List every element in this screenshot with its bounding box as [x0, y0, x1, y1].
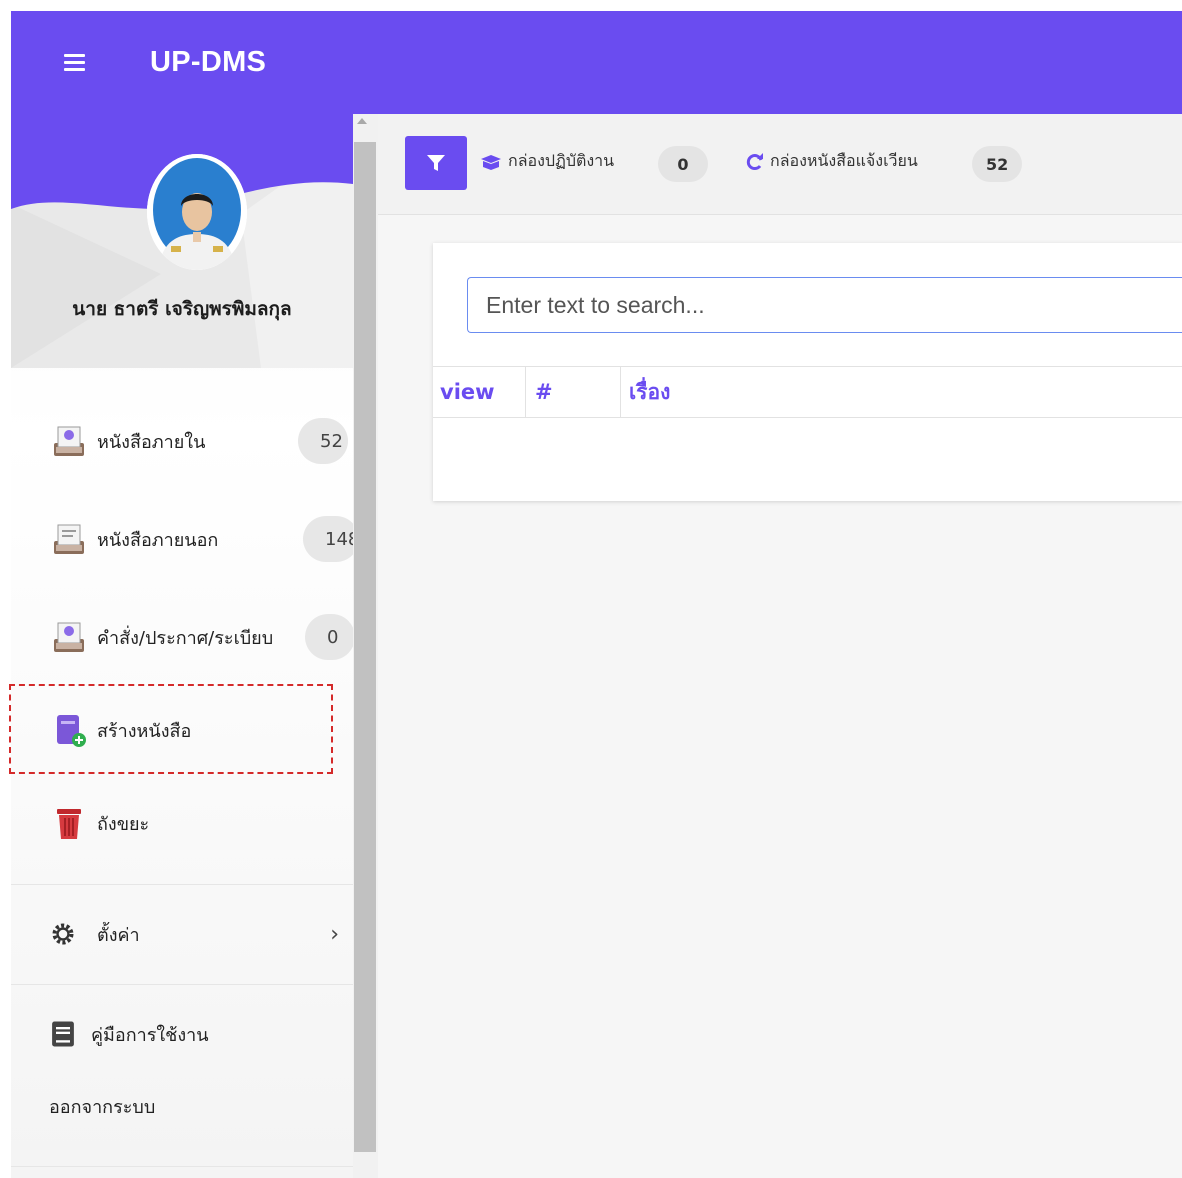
- sidebar-item-orders[interactable]: คำสั่ง/ประกาศ/ระเบียบ 0: [11, 612, 353, 662]
- box-icon: [481, 154, 501, 170]
- scroll-up-arrow-icon[interactable]: [357, 118, 367, 124]
- refresh-icon: [746, 152, 763, 170]
- chevron-right-icon: ›: [330, 921, 339, 947]
- highlight-annotation: [9, 684, 333, 774]
- sidebar-item-label: หนังสือภายใน: [97, 431, 206, 453]
- main-content: view # เรื่อง: [378, 215, 1182, 1178]
- column-header-view[interactable]: view: [440, 367, 495, 417]
- inbox-document-icon: [54, 426, 84, 456]
- workbox-link[interactable]: กล่องปฏิบัติงาน: [480, 149, 614, 174]
- sidebar-item-label: หนังสือภายนอก: [97, 529, 219, 551]
- sidebar-scrollbar[interactable]: [353, 114, 378, 1178]
- workbox-count-badge: 0: [658, 146, 708, 182]
- sidebar: นาย ธาตรี เจริญพรพิมลกุล หนังสือภายใน 52…: [11, 114, 353, 1178]
- count-badge: 148: [303, 516, 353, 562]
- documents-card: view # เรื่อง: [433, 243, 1182, 501]
- count-badge: 52: [298, 418, 348, 464]
- manual-book-icon: [52, 1021, 74, 1047]
- sidebar-item-settings[interactable]: ตั้งค่า ›: [11, 909, 353, 959]
- inbox-order-icon: [54, 622, 84, 652]
- top-app-bar: UP-DMS: [11, 11, 1182, 114]
- circular-count-badge: 52: [972, 146, 1023, 182]
- column-divider: [620, 367, 621, 417]
- avatar[interactable]: [147, 154, 247, 270]
- sidebar-item-internal-docs[interactable]: หนังสือภายใน 52: [11, 416, 353, 466]
- filter-icon: [427, 155, 445, 171]
- sidebar-item-label: ถังขยะ: [97, 813, 150, 835]
- sidebar-divider: [11, 884, 353, 885]
- trash-icon: [57, 809, 81, 839]
- count-badge: 0: [305, 614, 353, 660]
- sidebar-item-label: คู่มือการใช้งาน: [91, 1024, 209, 1046]
- column-header-subject[interactable]: เรื่อง: [629, 367, 670, 417]
- app-title: UP-DMS: [150, 46, 267, 78]
- gear-icon: [52, 923, 74, 945]
- column-divider: [525, 367, 526, 417]
- circular-label: กล่องหนังสือแจ้งเวียน: [770, 151, 918, 170]
- sidebar-item-label: ออกจากระบบ: [49, 1096, 156, 1118]
- workbox-label: กล่องปฏิบัติงาน: [508, 151, 615, 170]
- sidebar-divider: [11, 984, 353, 985]
- sidebar-divider: [11, 1166, 353, 1167]
- menu-icon[interactable]: [64, 54, 85, 72]
- filter-button[interactable]: [405, 136, 467, 190]
- circular-link[interactable]: กล่องหนังสือแจ้งเวียน: [746, 149, 918, 174]
- sidebar-item-manual[interactable]: คู่มือการใช้งาน: [11, 1009, 353, 1059]
- column-header-number[interactable]: #: [535, 367, 553, 417]
- scroll-thumb[interactable]: [354, 142, 376, 1152]
- sidebar-item-logout[interactable]: ออกจากระบบ: [11, 1081, 353, 1131]
- search-input[interactable]: [467, 277, 1182, 333]
- sidebar-item-trash[interactable]: ถังขยะ: [11, 798, 353, 848]
- table-header: view # เรื่อง: [433, 366, 1182, 418]
- toolbar: กล่องปฏิบัติงาน 0 กล่องหนังสือแจ้งเวียน …: [378, 114, 1182, 215]
- inbox-letter-icon: [54, 524, 84, 554]
- user-name: นาย ธาตรี เจริญพรพิมลกุล: [72, 298, 292, 320]
- sidebar-item-external-docs[interactable]: หนังสือภายนอก 148: [11, 514, 353, 564]
- sidebar-item-label: คำสั่ง/ประกาศ/ระเบียบ: [97, 627, 274, 649]
- profile-header: นาย ธาตรี เจริญพรพิมลกุล: [11, 114, 353, 368]
- sidebar-item-label: ตั้งค่า: [97, 924, 140, 946]
